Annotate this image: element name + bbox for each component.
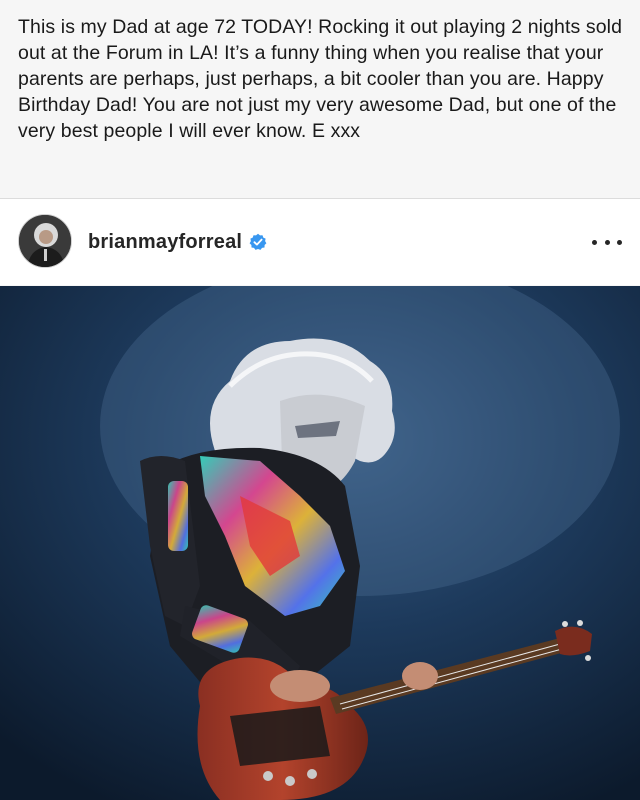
post-caption: This is my Dad at age 72 TODAY! Rocking … xyxy=(18,16,623,142)
dot xyxy=(617,239,622,245)
dot xyxy=(604,239,610,245)
verified-badge-icon xyxy=(249,233,267,251)
username-row: brianmayforreal xyxy=(88,227,267,257)
post-photo[interactable] xyxy=(0,286,640,800)
concert-photo xyxy=(0,286,640,800)
post-header: brianmayforreal xyxy=(0,199,640,285)
dot xyxy=(592,239,597,245)
avatar[interactable] xyxy=(18,214,72,268)
username[interactable]: brianmayforreal xyxy=(88,231,242,254)
more-options-icon[interactable] xyxy=(592,229,622,255)
avatar-image xyxy=(19,215,71,267)
